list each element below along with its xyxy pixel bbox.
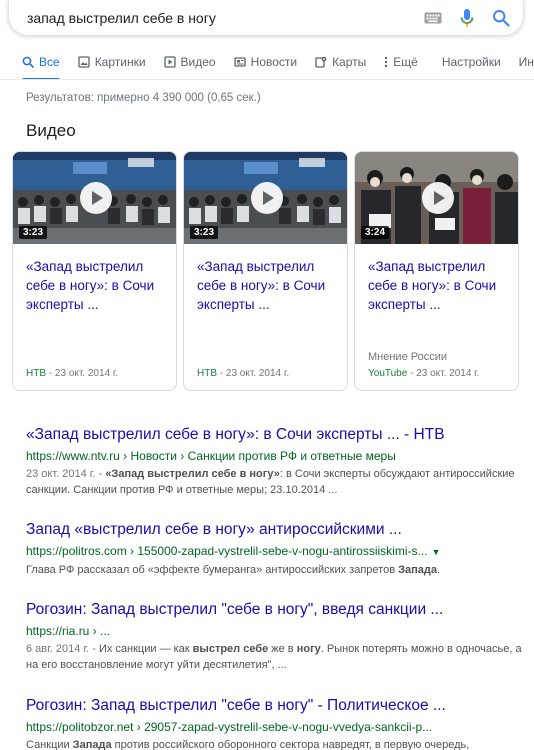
result-title[interactable]: «Запад выстрелил себе в ногу»: в Сочи эк… [26,425,530,445]
video-meta: YouTube - 23 окт. 2014 г. [368,368,479,379]
tab-label: Ещё [393,54,418,69]
video-source: НТВ [26,368,46,379]
video-duration: 3:23 [19,226,48,239]
tab-label: Все [39,54,60,69]
tab-all[interactable]: Все [22,44,60,79]
result-snippet: 23 окт. 2014 г. - «Запад выстрелил себе … [26,466,530,498]
result-title[interactable]: Рогозин: Запад выстрелил "себе в ногу", … [26,600,530,620]
result-domain: https://www.ntv.ru [26,449,120,463]
video-card[interactable]: 3:24 «Запад выстрелил себе в ногу»: в Со… [354,151,519,391]
result-date: 23 окт. 2014 г. - [26,468,106,480]
video-channel: Мнение России [368,351,448,363]
result-url[interactable]: https://politobzor.net › 29057-zapad-vys… [26,719,530,736]
result-date: 6 авг. 2014 г. - [26,643,99,655]
snippet-highlight: Запада [72,739,112,750]
play-icon [163,55,176,68]
video-thumbnail[interactable]: 3:23 [13,152,176,244]
tab-label: Картинки [94,54,146,69]
play-button-icon [79,182,112,214]
tab-label: Настройки [441,54,501,69]
map-icon [315,56,327,68]
result-title[interactable]: Рогозин: Запад выстрелил "себе в ногу" -… [26,696,530,716]
result-domain: https://politobzor.net [26,720,134,734]
result-domain: https://ria.ru [26,624,90,638]
video-duration: 3:24 [361,226,390,239]
video-source: НТВ [197,368,217,379]
tab-label: Видео [180,54,216,69]
snippet-text: . [436,564,441,576]
video-title[interactable]: «Запад выстрелил себе в ногу»: в Сочи эк… [26,257,166,314]
result-snippet: Глава РФ рассказал об «эффекте бумеранга… [26,562,530,578]
video-date: - 23 окт. 2014 г. [46,368,119,379]
video-card[interactable]: 3:23 «Запад выстрелил себе в ногу»: в Со… [183,151,348,391]
video-duration: 3:23 [190,226,219,239]
tab-settings[interactable]: Настройки [441,44,501,79]
tab-more[interactable]: Ещё [384,44,418,79]
video-source: YouTube [368,368,408,379]
result-breadcrumbs: › 29057-zapad-vystrelil-sebe-v-nogu-vved… [133,720,433,734]
tab-label: Инструменты [518,54,534,69]
result-domain: https://politros.com [26,544,127,558]
videos-heading: Видео [26,121,76,140]
more-vert-icon [384,56,388,68]
search-bar [8,0,524,36]
tab-news[interactable]: Новости [233,44,298,79]
video-card[interactable]: 3:23 «Запад выстрелил себе в ногу»: в Со… [12,151,177,391]
snippet-highlight: Запада [398,564,437,576]
video-date: - 23 окт. 2014 г. [407,368,480,379]
tab-videos[interactable]: Видео [163,44,216,79]
result-breadcrumbs: › 155000-zapad-vystrelil-sebe-v-nogu-ant… [126,544,428,558]
result-url[interactable]: https://www.ntv.ru › Новости › Санкции п… [26,448,530,465]
result-url[interactable]: https://ria.ru › ... [26,623,530,640]
snippet-text: же в [268,643,297,655]
snippet-text: Санкции [26,739,73,750]
search-result: Запад «выстрелил себе в ногу» антироссий… [26,520,530,578]
video-thumbnail[interactable]: 3:24 [355,152,518,244]
video-meta: НТВ - 23 окт. 2014 г. [197,368,289,379]
video-date: - 23 окт. 2014 г. [217,368,290,379]
search-icon[interactable] [491,8,511,28]
search-icon [22,56,34,68]
play-button-icon [421,182,454,214]
play-button-icon [250,182,283,214]
result-breadcrumbs: › Новости › Санкции против РФ и ответные… [119,449,396,463]
video-title[interactable]: «Запад выстрелил себе в ногу»: в Сочи эк… [197,257,337,314]
snippet-highlight: ногу [296,643,321,655]
result-snippet: 6 авг. 2014 г. - Их санкции — как выстре… [26,641,530,673]
result-snippet: Санкции Запада против российского оборон… [26,737,530,750]
search-tabs: Все Картинки Видео Новости Карты Ещё Нас… [0,44,534,80]
snippet-text: Глава РФ рассказал об «эффекте бумеранга… [26,564,399,576]
video-thumbnail[interactable]: 3:23 [184,152,347,244]
tab-label: Новости [250,54,298,69]
snippet-highlight: выстрел себе [192,643,269,655]
result-title[interactable]: Запад «выстрелил себе в ногу» антироссий… [26,520,530,540]
tab-images[interactable]: Картинки [78,44,146,79]
video-meta: НТВ - 23 окт. 2014 г. [26,368,118,379]
video-carousel: 3:23 «Запад выстрелил себе в ногу»: в Со… [12,151,519,391]
result-url[interactable]: https://politros.com › 155000-zapad-vyst… [26,543,530,561]
search-result: Рогозин: Запад выстрелил "себе в ногу" -… [26,696,530,750]
search-result: Рогозин: Запад выстрелил "себе в ногу", … [26,600,530,673]
tab-label: Карты [332,54,367,69]
microphone-icon[interactable] [457,8,477,28]
result-stats: Результатов: примерно 4 390 000 (0,65 се… [26,92,261,104]
keyboard-icon[interactable] [423,8,443,28]
tab-tools[interactable]: Инструменты [518,44,534,79]
search-result: «Запад выстрелил себе в ногу»: в Сочи эк… [26,425,530,498]
dropdown-arrow-icon[interactable]: ▼ [432,547,441,557]
result-breadcrumbs: › ... [89,624,111,638]
news-icon [233,56,246,68]
video-title[interactable]: «Запад выстрелил себе в ногу»: в Сочи эк… [368,257,508,314]
image-icon [78,55,90,68]
snippet-text: Их санкции — как [98,643,193,655]
search-input[interactable] [27,9,409,26]
snippet-text: против российского оборонного сектора на… [111,739,470,750]
tab-maps[interactable]: Карты [315,44,367,79]
snippet-highlight: «Запад выстрелил себе в ногу» [105,468,280,480]
